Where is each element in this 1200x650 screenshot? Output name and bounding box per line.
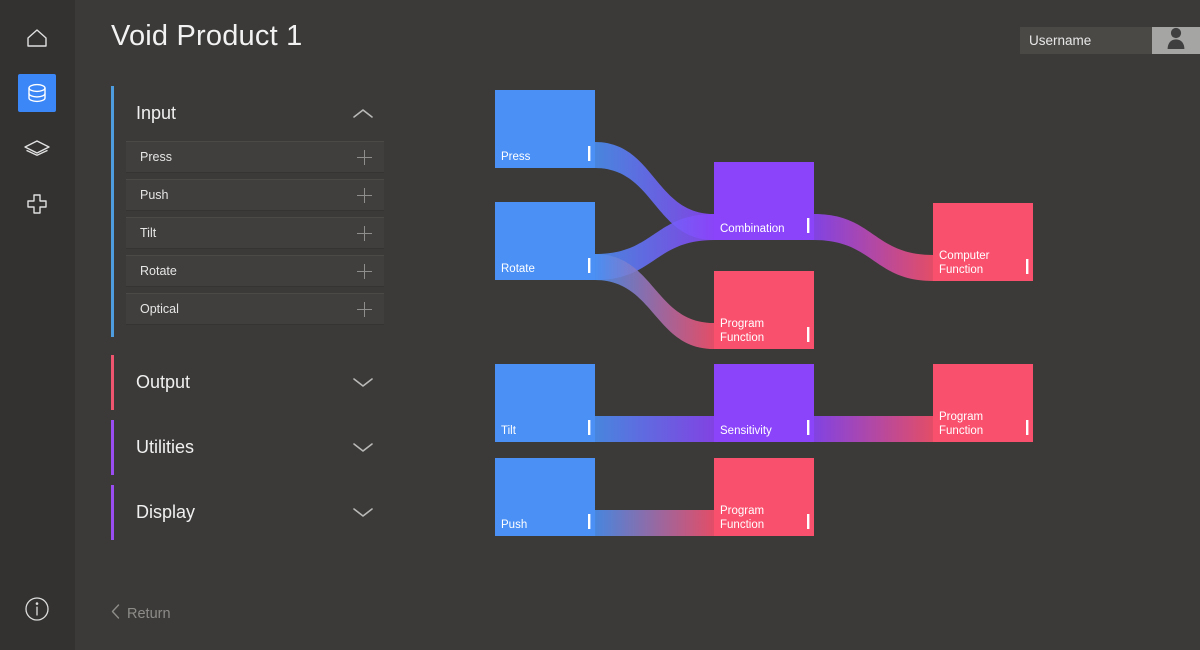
rail-item-layers[interactable] [18, 129, 56, 167]
chevron-down-icon [352, 506, 374, 519]
list-item[interactable]: Optical [126, 293, 384, 325]
avatar[interactable] [1152, 27, 1200, 54]
left-icon-rail [0, 0, 75, 650]
list-item[interactable]: Press [126, 141, 384, 173]
rail-item-data[interactable] [18, 74, 56, 112]
rail-item-home[interactable] [18, 19, 56, 57]
user-avatar-icon [1161, 27, 1191, 54]
graph-node-label: Sensitivity [720, 425, 772, 437]
info-icon [23, 595, 51, 623]
layers-icon [23, 139, 51, 157]
graph-node-label: Tilt [501, 425, 517, 437]
node-output-port[interactable] [588, 258, 591, 273]
list-item[interactable]: Tilt [126, 217, 384, 249]
user-account-box [1020, 27, 1200, 54]
add-icon[interactable] [357, 301, 372, 317]
flow-link[interactable] [814, 416, 933, 442]
node-output-port[interactable] [588, 514, 591, 529]
accordion-group-output: Output [111, 355, 396, 410]
group-title: Display [136, 502, 196, 522]
page-title: Void Product 1 [111, 20, 303, 52]
return-link[interactable]: Return [111, 604, 171, 623]
graph-node-label: Push [501, 519, 527, 531]
list-item-label: Optical [140, 302, 179, 316]
plus-icon [25, 192, 49, 216]
group-title: Input [136, 103, 177, 123]
nodes-layer: PressRotateTiltPushCombinationProgram Fun… [495, 90, 1033, 536]
graph-node-label: Combination [720, 223, 785, 235]
chevron-down-icon [352, 441, 374, 454]
node-output-port[interactable] [588, 146, 591, 161]
group-accent-bar [111, 86, 114, 337]
list-item-label: Rotate [140, 264, 177, 278]
group-title: Utilities [136, 437, 195, 457]
list-item-label: Push [140, 188, 169, 202]
accordion-header-input[interactable]: Input [114, 86, 396, 141]
accordion-header-utilities[interactable]: Utilities [114, 420, 396, 475]
add-icon[interactable] [357, 149, 372, 165]
graph-node-label: Rotate [501, 263, 535, 275]
group-accent-bar [111, 485, 114, 540]
node-output-port[interactable] [1026, 259, 1029, 274]
list-item[interactable]: Push [126, 179, 384, 211]
flow-link[interactable] [595, 416, 714, 442]
list-item-label: Tilt [140, 226, 157, 240]
accordion-header-display[interactable]: Display [114, 485, 396, 540]
accordion-group-utilities: Utilities [111, 420, 396, 475]
sankey-diagram: PressRotateTiltPushCombinationProgram Fun… [495, 90, 1033, 536]
accordion-group-display: Display [111, 485, 396, 540]
group-accent-bar [111, 420, 114, 475]
add-icon[interactable] [357, 263, 372, 279]
accordion-group-input: Input Press Push Tilt Rotate Optical [111, 86, 396, 337]
rail-item-add[interactable] [18, 185, 56, 223]
chevron-down-icon [352, 376, 374, 389]
group-accent-bar [111, 355, 114, 410]
add-icon[interactable] [357, 187, 372, 203]
chevron-left-icon [111, 604, 120, 623]
node-output-port[interactable] [588, 420, 591, 435]
list-item[interactable]: Rotate [126, 255, 384, 287]
database-icon [25, 81, 49, 105]
flow-link[interactable] [814, 214, 933, 281]
return-label: Return [127, 605, 171, 622]
rail-item-info[interactable] [18, 590, 56, 628]
add-icon[interactable] [357, 225, 372, 241]
flow-link[interactable] [595, 510, 714, 536]
list-item-label: Press [140, 150, 172, 164]
node-output-port[interactable] [1026, 420, 1029, 435]
username-input[interactable] [1020, 27, 1152, 54]
node-output-port[interactable] [807, 420, 810, 435]
accordion-body-input: Press Push Tilt Rotate Optical [114, 141, 396, 337]
home-icon [25, 27, 49, 49]
application-root: Void Product 1 Input [0, 0, 1200, 650]
graph-node-label: Press [501, 151, 531, 163]
node-output-port[interactable] [807, 514, 810, 529]
node-output-port[interactable] [807, 218, 810, 233]
chevron-up-icon [352, 107, 374, 120]
node-flow-canvas[interactable]: Press Rotate Tilt Push Combination Program Fun… [420, 60, 1200, 580]
node-output-port[interactable] [807, 327, 810, 342]
component-accordion-panel: Input Press Push Tilt Rotate Optical Out… [111, 86, 396, 550]
flow-link[interactable] [595, 254, 714, 349]
group-title: Output [136, 372, 191, 392]
accordion-header-output[interactable]: Output [114, 355, 396, 410]
